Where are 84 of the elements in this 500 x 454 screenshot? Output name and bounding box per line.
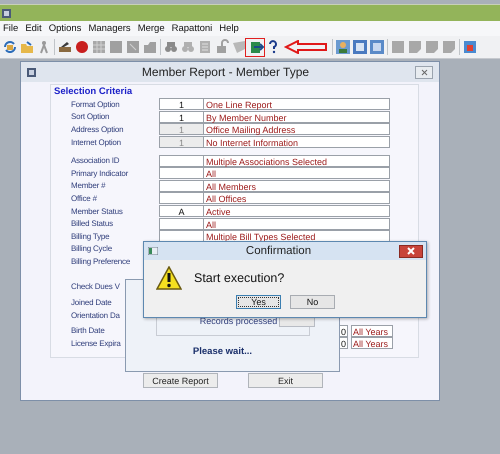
field-label: Office #	[71, 194, 97, 203]
window-icon	[148, 247, 158, 255]
code-field[interactable]: 1	[159, 98, 204, 110]
group-title: Selection Criteria	[54, 86, 134, 97]
field-label: Check Dues V	[71, 282, 120, 291]
description-field: Multiple Associations Selected	[204, 154, 390, 167]
menu-item[interactable]: Options	[48, 23, 88, 34]
window-title: Member Report - Member Type	[140, 65, 310, 79]
field-label: Joined Date	[71, 298, 112, 308]
description-field: By Member Number	[204, 110, 390, 123]
menu-item[interactable]: File	[2, 23, 24, 34]
menu-item[interactable]: Rapattoni	[170, 23, 218, 34]
grid-icon[interactable]	[91, 39, 107, 55]
code-field[interactable]: 1	[159, 110, 204, 123]
field-label: Primary Indicator	[71, 168, 128, 178]
app-icon	[27, 68, 36, 76]
status-message: Please wait...	[192, 346, 252, 357]
folder-icon[interactable]	[19, 39, 35, 55]
menu-item[interactable]: Merge	[136, 23, 171, 34]
window-icon[interactable]	[462, 39, 478, 55]
description-field: All	[204, 167, 390, 180]
dialog-button[interactable]: Yes	[236, 295, 281, 309]
field-label: Member Status	[71, 206, 123, 216]
field-label: Orientation Da	[71, 310, 120, 320]
field-label: Billed Status	[71, 219, 113, 228]
field-label: Billing Cycle	[71, 244, 112, 254]
field-label: Birth Date	[71, 326, 105, 336]
report-button[interactable]: Create Report	[143, 373, 218, 388]
code-field[interactable]: A	[159, 205, 204, 218]
code-field: 1	[159, 136, 204, 148]
menu-item[interactable]: Edit	[24, 23, 48, 34]
field-label: Billing Preference	[71, 256, 130, 266]
field-label: Billing Type	[71, 232, 110, 241]
code-field[interactable]	[159, 230, 204, 242]
code-field[interactable]	[159, 180, 204, 192]
field-label: Member #	[71, 181, 106, 190]
field-label: Sort Option	[71, 112, 110, 122]
page-icon[interactable]	[441, 39, 457, 55]
dialog-title: Confirmation	[244, 245, 312, 257]
page-icon[interactable]	[424, 39, 440, 55]
arrow-drawing	[284, 40, 328, 54]
description-field: All Years	[351, 324, 393, 337]
people-icon[interactable]	[335, 39, 351, 55]
description-field: All Offices	[204, 192, 390, 204]
page-icon[interactable]	[407, 39, 423, 55]
field-label: Records processed	[200, 316, 278, 326]
description-field: All Years	[351, 337, 393, 350]
close-button[interactable]	[415, 66, 433, 78]
page-icon[interactable]	[390, 39, 406, 55]
close-icon	[407, 247, 415, 255]
close-icon	[420, 68, 428, 76]
description-field: Active	[204, 205, 390, 218]
dialog-message: Start execution?	[194, 271, 284, 285]
description-field: One Line Report	[204, 98, 390, 110]
lock-icon[interactable]	[214, 39, 230, 55]
description-field: Office Mailing Address	[204, 123, 390, 136]
field-label: Address Option	[71, 124, 124, 134]
app-icon	[2, 8, 11, 18]
code-field[interactable]	[159, 167, 204, 180]
field-label: License Expira	[71, 338, 121, 348]
highlight-frame	[245, 38, 265, 57]
code-field: 1	[159, 123, 204, 136]
description-field: Multiple Bill Types Selected	[204, 230, 390, 242]
sync-icon[interactable]	[2, 39, 18, 55]
code-field[interactable]	[159, 154, 204, 167]
code-field[interactable]	[159, 192, 204, 204]
code-field[interactable]	[159, 218, 204, 230]
export-icon[interactable]	[248, 39, 264, 55]
field-label: Association ID	[71, 156, 120, 166]
description-field: All	[204, 218, 390, 230]
menu-item[interactable]: Managers	[87, 23, 137, 34]
list-icon[interactable]	[197, 39, 213, 55]
report-button[interactable]: Exit	[248, 373, 323, 388]
binoculars-icon[interactable]	[180, 39, 196, 55]
menu-item[interactable]: Help	[218, 23, 245, 34]
dialog-button[interactable]: No	[290, 295, 335, 309]
field-label: Format Option	[71, 100, 120, 109]
close-button[interactable]	[399, 244, 423, 258]
field-label: Internet Option	[71, 138, 121, 147]
tab-icon[interactable]	[142, 39, 158, 55]
binoculars-icon[interactable]	[163, 39, 179, 55]
warning-icon	[156, 266, 182, 290]
description-field: No Internet Information	[204, 136, 390, 148]
description-field: All Members	[204, 180, 390, 192]
